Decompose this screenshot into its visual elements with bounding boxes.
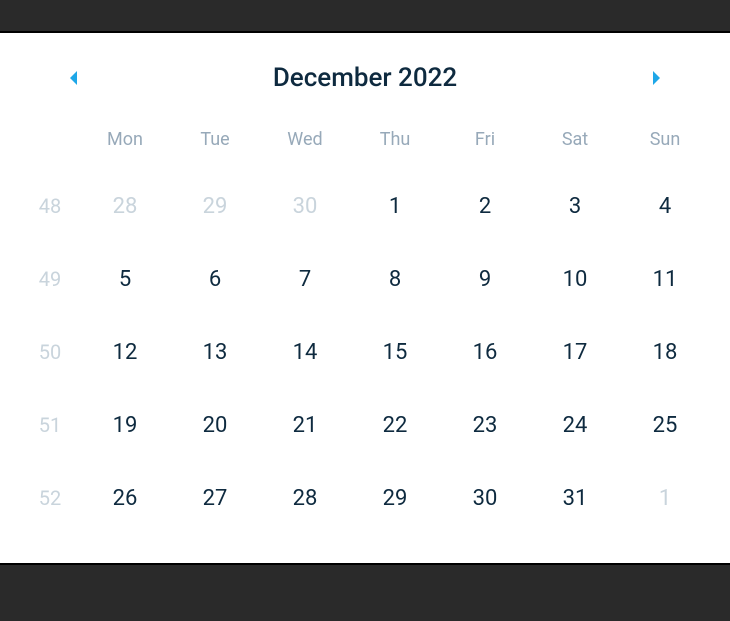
day-cell[interactable]: 5 [80, 243, 170, 316]
weekday-header: Sun [620, 115, 710, 170]
week-number: 51 [20, 389, 80, 462]
day-cell[interactable]: 9 [440, 243, 530, 316]
window-frame-bottom [0, 565, 730, 621]
week-number: 48 [20, 170, 80, 243]
weekday-header: Mon [80, 115, 170, 170]
window-frame-top [0, 0, 730, 31]
week-number-header [20, 115, 80, 170]
day-cell[interactable]: 14 [260, 316, 350, 389]
day-cell[interactable]: 1 [350, 170, 440, 243]
day-cell[interactable]: 7 [260, 243, 350, 316]
day-cell[interactable]: 16 [440, 316, 530, 389]
day-cell[interactable]: 4 [620, 170, 710, 243]
day-cell[interactable]: 25 [620, 389, 710, 462]
day-cell[interactable]: 27 [170, 462, 260, 535]
day-cell[interactable]: 17 [530, 316, 620, 389]
day-cell[interactable]: 1 [620, 462, 710, 535]
day-cell[interactable]: 6 [170, 243, 260, 316]
day-cell[interactable]: 28 [260, 462, 350, 535]
calendar-grid: Mon Tue Wed Thu Fri Sat Sun 482829301234… [20, 115, 710, 535]
weekday-header: Fri [440, 115, 530, 170]
day-cell[interactable]: 8 [350, 243, 440, 316]
calendar-panel: December 2022 Mon Tue Wed Thu Fri Sat Su… [0, 31, 730, 565]
week-number: 49 [20, 243, 80, 316]
day-cell[interactable]: 19 [80, 389, 170, 462]
day-cell[interactable]: 24 [530, 389, 620, 462]
weekday-header: Sat [530, 115, 620, 170]
day-cell[interactable]: 26 [80, 462, 170, 535]
day-cell[interactable]: 30 [440, 462, 530, 535]
weekday-header: Wed [260, 115, 350, 170]
calendar-header: December 2022 [20, 63, 710, 115]
chevron-left-icon [68, 70, 80, 86]
day-cell[interactable]: 29 [170, 170, 260, 243]
day-cell[interactable]: 11 [620, 243, 710, 316]
weekday-header: Tue [170, 115, 260, 170]
day-cell[interactable]: 18 [620, 316, 710, 389]
day-cell[interactable]: 3 [530, 170, 620, 243]
day-cell[interactable]: 2 [440, 170, 530, 243]
day-cell[interactable]: 29 [350, 462, 440, 535]
day-cell[interactable]: 13 [170, 316, 260, 389]
day-cell[interactable]: 20 [170, 389, 260, 462]
week-number: 50 [20, 316, 80, 389]
weekday-header: Thu [350, 115, 440, 170]
chevron-right-icon [650, 70, 662, 86]
next-month-button[interactable] [642, 64, 670, 92]
day-cell[interactable]: 23 [440, 389, 530, 462]
day-cell[interactable]: 28 [80, 170, 170, 243]
day-cell[interactable]: 21 [260, 389, 350, 462]
month-year-title[interactable]: December 2022 [88, 63, 642, 93]
day-cell[interactable]: 30 [260, 170, 350, 243]
day-cell[interactable]: 15 [350, 316, 440, 389]
day-cell[interactable]: 10 [530, 243, 620, 316]
day-cell[interactable]: 31 [530, 462, 620, 535]
prev-month-button[interactable] [60, 64, 88, 92]
day-cell[interactable]: 12 [80, 316, 170, 389]
week-number: 52 [20, 462, 80, 535]
day-cell[interactable]: 22 [350, 389, 440, 462]
